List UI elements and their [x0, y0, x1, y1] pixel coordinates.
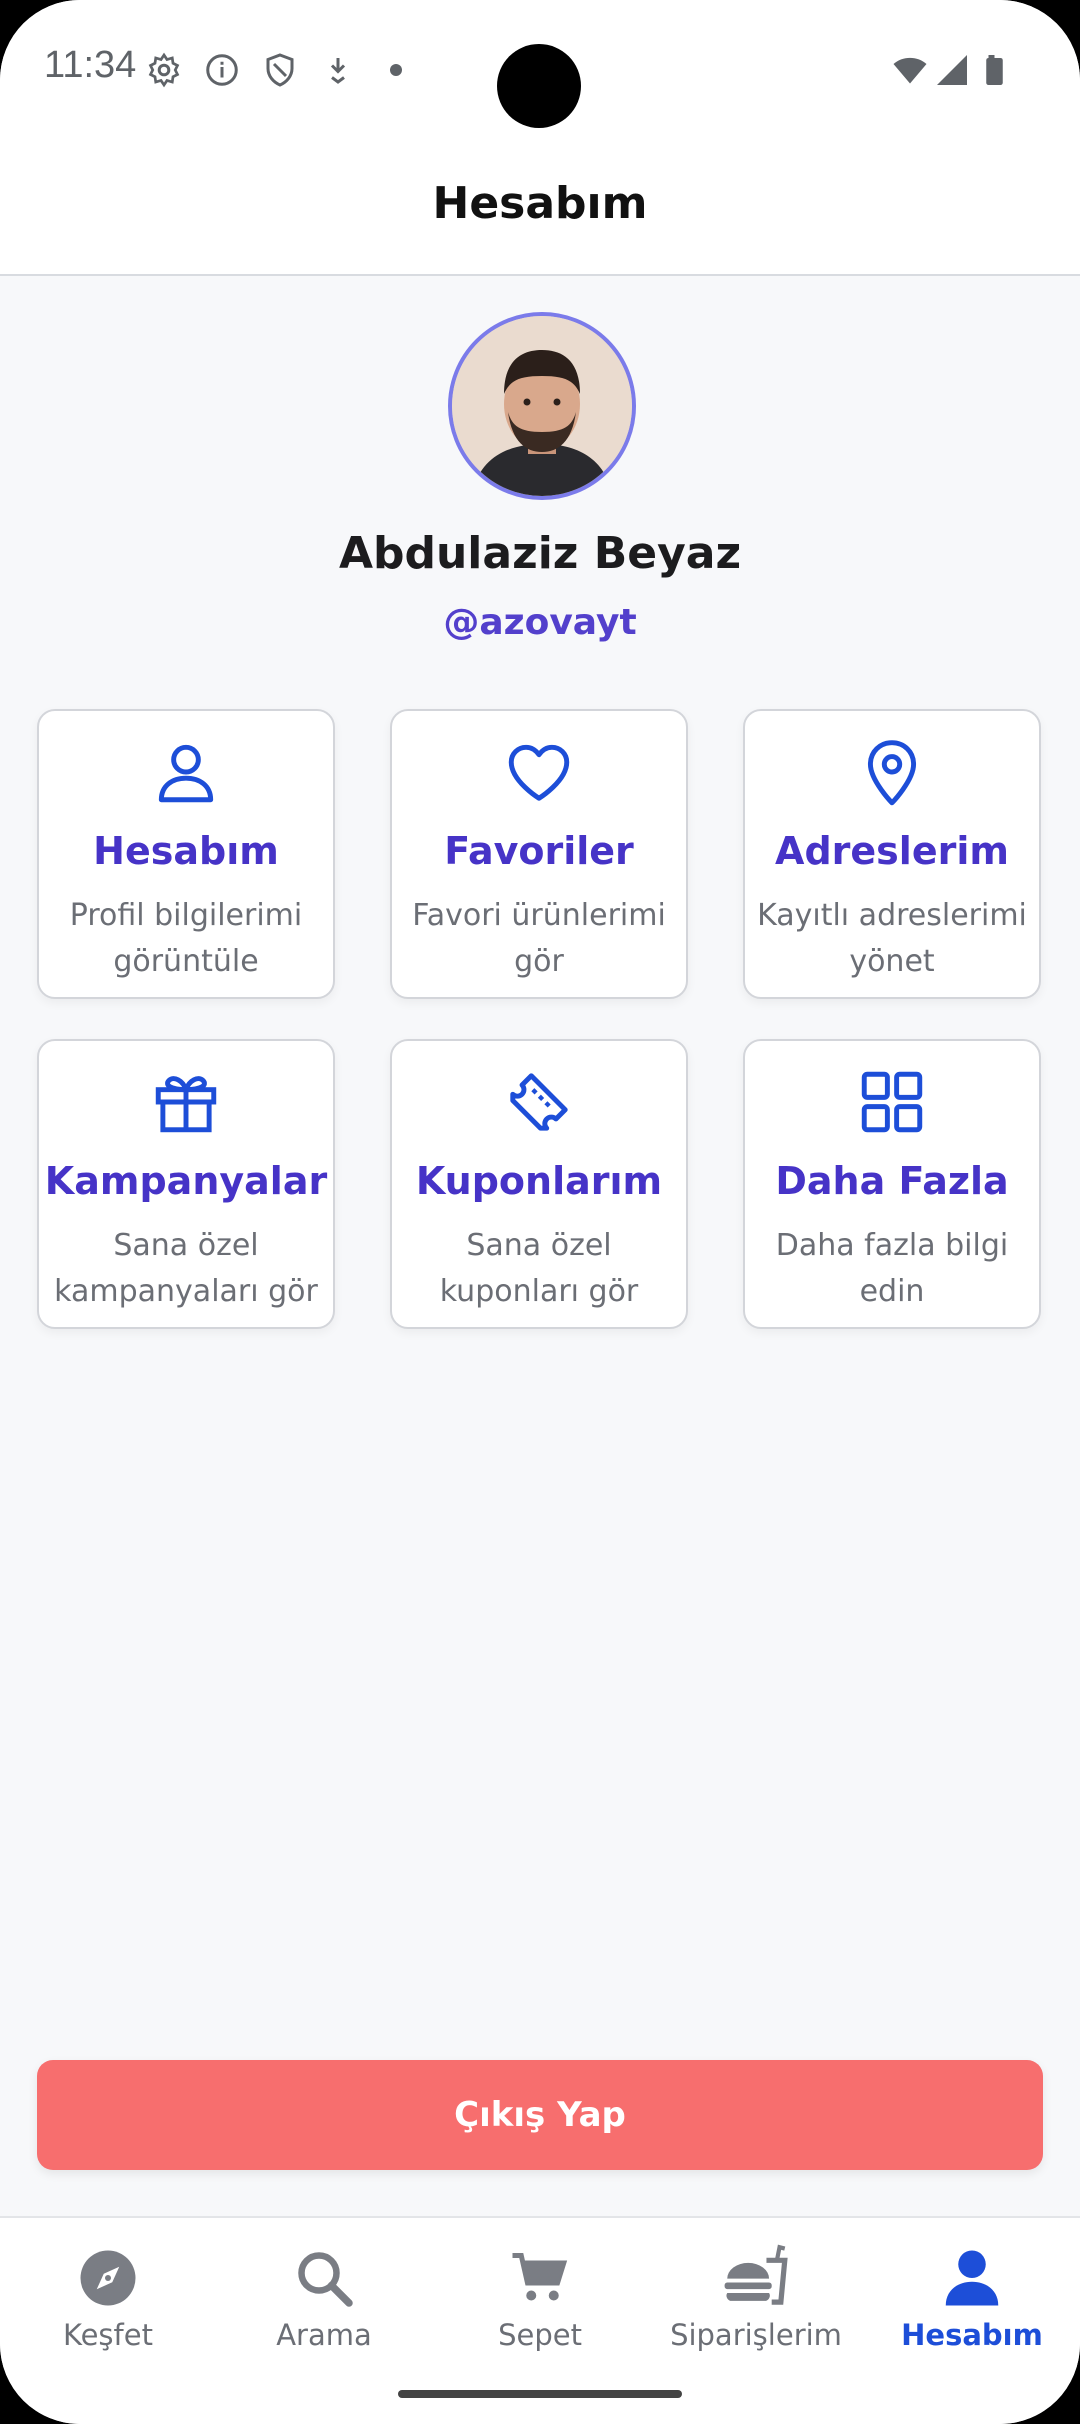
settings-icon: [148, 52, 180, 88]
menu-card-favoriler[interactable]: Favoriler Favori ürünlerimi gör: [390, 709, 688, 999]
menu-card-title: Hesabım: [93, 829, 279, 873]
home-indicator[interactable]: [398, 2390, 682, 2398]
menu-card-hesabim[interactable]: Hesabım Profil bilgilerimi görüntüle: [37, 709, 335, 999]
nav-label: Keşfet: [63, 2318, 153, 2352]
status-time: 11:34: [44, 44, 137, 86]
app-header: Hesabım: [0, 140, 1080, 276]
menu-card-title: Kuponlarım: [415, 1159, 663, 1203]
gift-icon: [155, 1076, 217, 1133]
cart-icon: [512, 2253, 568, 2301]
grid-icon: [861, 1071, 923, 1133]
info-icon: [206, 54, 238, 86]
person-icon: [945, 2250, 999, 2306]
menu-card-title: Kampanyalar: [44, 1159, 328, 1203]
food-icon: [724, 2244, 788, 2305]
profile-name: Abdulaziz Beyaz: [338, 528, 742, 579]
status-bar: 11:34: [0, 0, 1080, 140]
ticket-icon: [510, 1073, 568, 1131]
menu-card-desc: Profil bilgilerimi görüntüle: [69, 898, 303, 979]
logout-button[interactable]: Çıkış Yap: [37, 2060, 1043, 2170]
menu-card-kuponlarim[interactable]: Kuponlarım Sana özel kuponları gör: [390, 1039, 688, 1329]
nav-item-arama[interactable]: Arama: [216, 2238, 432, 2368]
heart-icon: [508, 744, 570, 801]
menu-card-title: Favoriler: [444, 829, 634, 873]
menu-card-title: Daha Fazla: [775, 1159, 1009, 1203]
menu-card-desc: Daha fazla bilgi edin: [775, 1228, 1009, 1309]
profile-handle: @azovayt: [443, 602, 637, 643]
shield-icon: [266, 53, 294, 87]
nav-item-siparislerim[interactable]: Siparişlerim: [648, 2238, 864, 2368]
menu-card-desc: Favori ürünlerimi gör: [412, 898, 666, 979]
menu-card-desc: Sana özel kampanyaları gör: [54, 1228, 318, 1309]
camera-cutout: [497, 44, 581, 128]
user-icon: [158, 744, 214, 803]
nav-label: Sepet: [498, 2318, 582, 2352]
menu-card-title: Adreslerim: [775, 829, 1009, 873]
nav-item-hesabim[interactable]: Hesabım: [864, 2238, 1080, 2368]
nav-item-kesfet[interactable]: Keşfet: [0, 2238, 216, 2368]
dot-icon: [390, 64, 402, 76]
signal-icon: [937, 55, 967, 85]
nav-label: Siparişlerim: [670, 2318, 842, 2352]
compass-icon: [80, 2250, 136, 2306]
menu-card-daha-fazla[interactable]: Daha Fazla Daha fazla bilgi edin: [743, 1039, 1041, 1329]
menu-card-desc: Sana özel kuponları gör: [439, 1228, 639, 1309]
menu-card-kampanyalar[interactable]: Kampanyalar Sana özel kampanyaları gör: [37, 1039, 335, 1329]
menu-card-adreslerim[interactable]: Adreslerim Kayıtlı adreslerimi yönet: [743, 709, 1041, 999]
page-title: Hesabım: [432, 178, 648, 229]
wifi-icon: [893, 57, 927, 84]
menu-card-desc: Kayıtlı adreslerimi yönet: [757, 898, 1027, 979]
download-icon: [330, 58, 346, 84]
battery-icon: [986, 55, 1003, 85]
avatar[interactable]: [448, 312, 636, 500]
avatar-image: [452, 316, 632, 496]
search-icon: [298, 2252, 353, 2307]
nav-item-sepet[interactable]: Sepet: [432, 2238, 648, 2368]
location-pin-icon: [867, 740, 917, 806]
nav-label: Hesabım: [901, 2318, 1043, 2352]
nav-label: Arama: [276, 2318, 372, 2352]
app-screen: 11:34 Hesabım Abdulaziz Beyaz @azovayt H…: [0, 0, 1080, 2424]
